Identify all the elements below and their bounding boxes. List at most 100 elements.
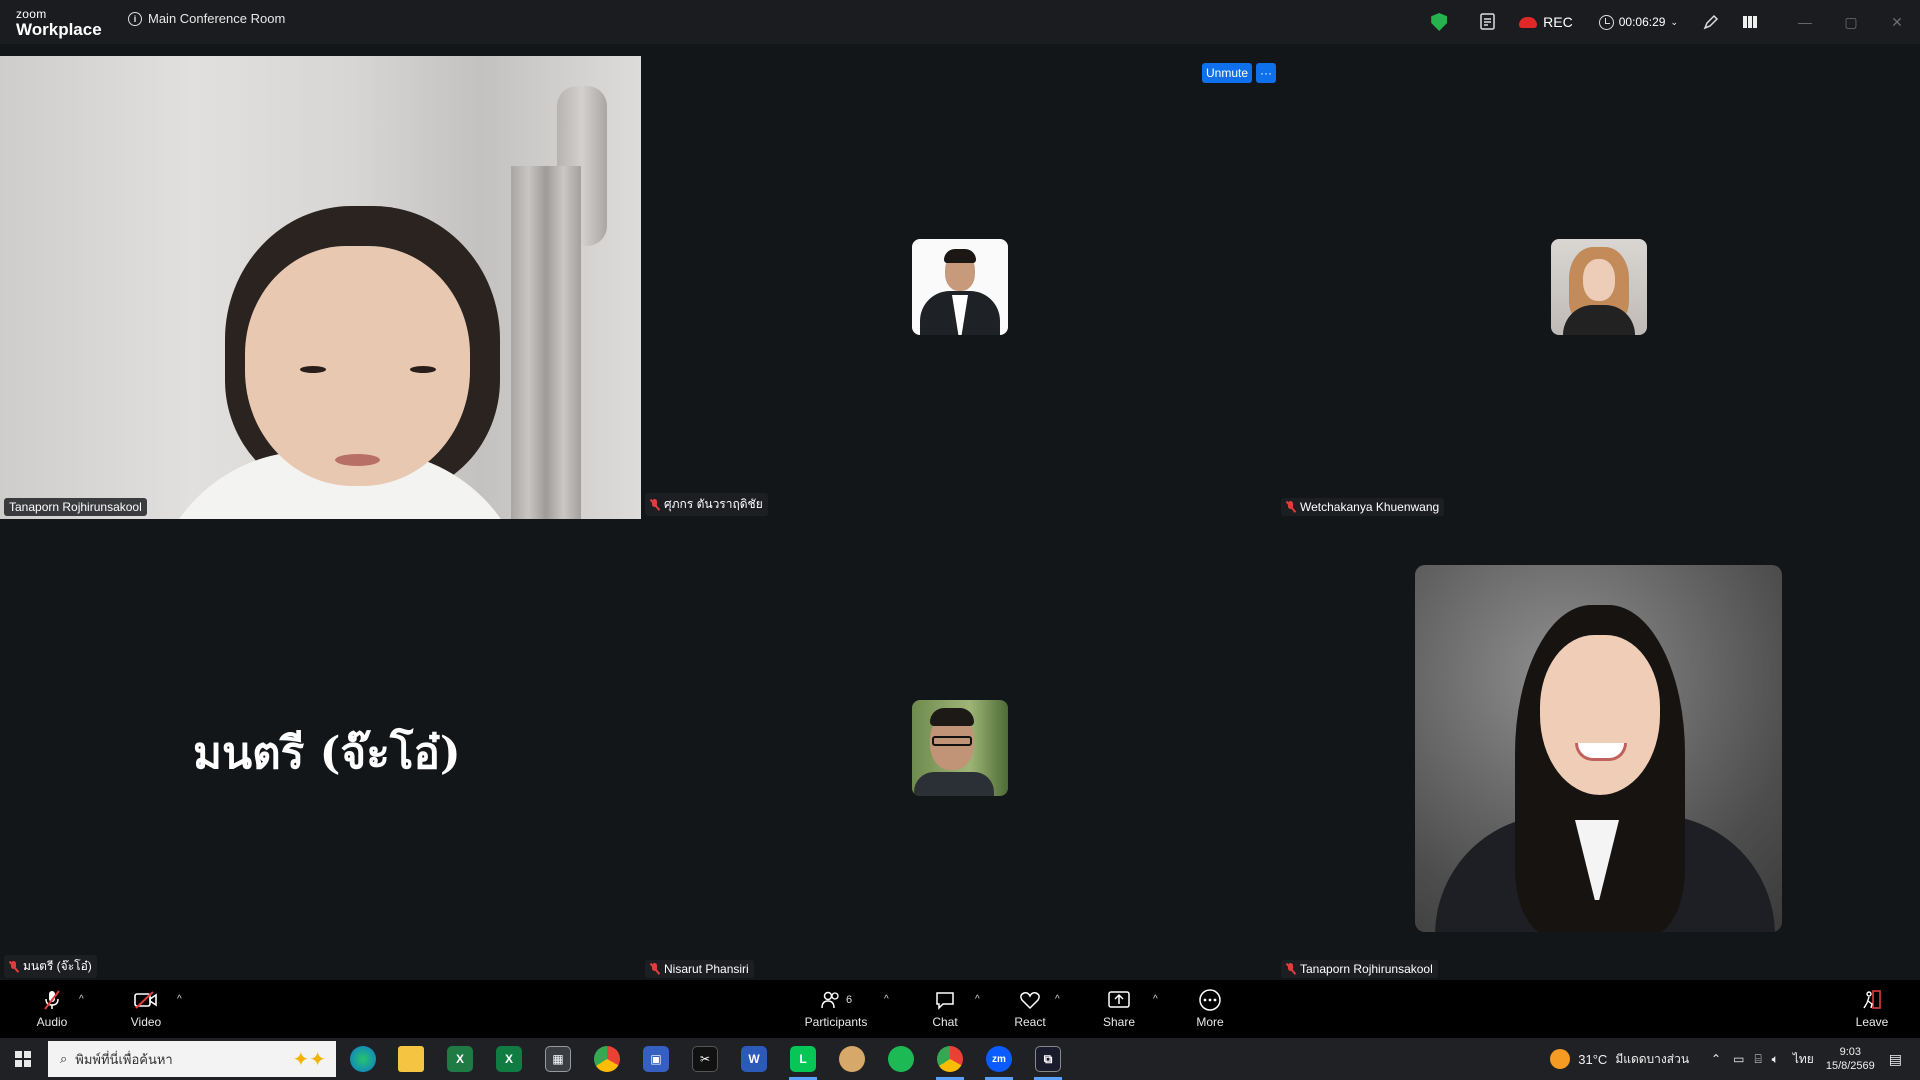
chat-button[interactable]: Chat [923, 980, 967, 1038]
chat-icon [934, 989, 956, 1011]
taskbar-date: 15/8/2569 [1825, 1060, 1875, 1072]
meeting-timer[interactable]: 00:06:29 ⌄ [1598, 14, 1678, 30]
audio-button[interactable]: Audio [30, 980, 74, 1038]
audio-label: Audio [36, 1015, 68, 1029]
video-label: Video [130, 1015, 162, 1029]
pen-icon[interactable] [1702, 0, 1720, 44]
avatar [912, 700, 1008, 796]
meeting-notes-icon[interactable] [1479, 0, 1497, 44]
chrome-icon[interactable] [594, 1046, 620, 1072]
taskbar-time: 9:03 [1839, 1045, 1861, 1058]
person-eye-right [410, 366, 436, 373]
participant-name-label: Wetchakanya Khuenwang [1281, 498, 1445, 516]
leave-label: Leave [1855, 1015, 1889, 1029]
windows-logo-icon [15, 1051, 31, 1067]
participant-name-label: Tanaporn Rojhirunsakool [1281, 960, 1438, 978]
network-icon[interactable]: ⌸ [1754, 1052, 1761, 1067]
system-tray: 31°C มีแดดบางส่วน ⌃ ▭ ⌸ 🔈︎ ไทย 9:03 15/8… [1550, 1038, 1920, 1080]
edge-icon[interactable] [350, 1046, 376, 1072]
mic-muted-icon [650, 498, 660, 511]
react-label: React [1014, 1015, 1046, 1029]
word-icon[interactable]: W [741, 1046, 767, 1072]
video-tile[interactable]: มนตรี (จ๊ะโอ๋) มนตรี (จ๊ะโอ๋) [0, 519, 641, 980]
capcut-icon[interactable]: ✂ [692, 1046, 718, 1072]
participants-label: Participants [804, 1015, 868, 1029]
maximize-icon[interactable]: ▢ [1828, 14, 1874, 31]
zoom-app-icon[interactable]: zm [986, 1046, 1012, 1072]
logo-small-text: zoom [16, 7, 47, 21]
search-icon: ⌕ [60, 1051, 68, 1066]
taskbar-search[interactable]: ⌕ พิมพ์ที่นี่เพื่อค้นหา ✦✦ [48, 1041, 336, 1077]
language-indicator[interactable]: ไทย [1793, 1050, 1814, 1069]
weather-temp[interactable]: 31°C [1578, 1052, 1607, 1067]
participant-name-label: มนตรี (จ๊ะโอ๋) [4, 955, 97, 978]
chrome-active-icon[interactable] [937, 1046, 963, 1072]
heart-icon [1019, 989, 1041, 1011]
zoom-logo: zoom Workplace [16, 8, 102, 38]
paint-icon[interactable] [839, 1046, 865, 1072]
volume-icon[interactable]: 🔈︎ [1772, 1052, 1779, 1067]
participant-name: Tanaporn Rojhirunsakool [9, 500, 142, 514]
rec-label: REC [1543, 14, 1573, 30]
leave-button[interactable]: Leave [1850, 980, 1894, 1038]
excel-old-icon[interactable]: X [447, 1046, 473, 1072]
windows-taskbar: ⌕ พิมพ์ที่นี่เพื่อค้นหา ✦✦ X X ▦ ▣ ✂ W L… [0, 1038, 1920, 1080]
mic-muted-icon [1286, 963, 1296, 975]
react-button[interactable]: React [1008, 980, 1052, 1038]
audio-options-caret-icon[interactable]: ^ [79, 994, 84, 1005]
encryption-shield-icon[interactable] [1431, 0, 1465, 44]
react-caret-icon[interactable]: ^ [1055, 994, 1060, 1005]
unmute-button[interactable]: Unmute [1202, 63, 1253, 83]
minimize-icon[interactable]: — [1782, 14, 1828, 30]
titlebar-controls: REC 00:06:29 ⌄ — ▢ ✕ [1431, 0, 1920, 44]
participant-display-name: มนตรี (จ๊ะโอ๋) [193, 728, 461, 779]
line-icon[interactable]: L [790, 1046, 816, 1072]
excel-icon[interactable]: X [496, 1046, 522, 1072]
participant-name: มนตรี (จ๊ะโอ๋) [23, 959, 92, 973]
weather-desc[interactable]: มีแดดบางส่วน [1615, 1050, 1689, 1069]
view-layout-icon[interactable] [1742, 0, 1758, 44]
sparkle-icon: ✦✦ [292, 1048, 326, 1071]
more-button[interactable]: More [1188, 980, 1232, 1038]
share-caret-icon[interactable]: ^ [1153, 994, 1158, 1005]
video-tile-active-speaker[interactable]: Tanaporn Rojhirunsakool [0, 56, 641, 519]
file-explorer-icon[interactable] [398, 1046, 424, 1072]
participants-caret-icon[interactable]: ^ [884, 994, 889, 1005]
video-tile[interactable]: Nisarut Phansiri [641, 519, 1280, 980]
video-tile[interactable]: Wetchakanya Khuenwang [1280, 56, 1920, 519]
outlook-icon[interactable]: ▣ [643, 1046, 669, 1072]
meeting-info[interactable]: i Main Conference Room [128, 11, 285, 26]
weather-icon[interactable] [1550, 1049, 1571, 1069]
notification-icon[interactable]: ▤ [1889, 1051, 1902, 1068]
video-tile[interactable]: ศุภกร ตันวราฤดิชัย [641, 56, 1280, 519]
meet-now-icon[interactable]: ▭ [1733, 1052, 1744, 1066]
clock-icon [1598, 14, 1614, 30]
title-bar: zoom Workplace i Main Conference Room RE… [0, 0, 1920, 44]
participant-name-label: Tanaporn Rojhirunsakool [4, 498, 147, 516]
meeting-toolbar: Audio ^ Video ^ 6 Participants ^ Chat ^ … [0, 980, 1920, 1038]
participant-name: Nisarut Phansiri [664, 962, 749, 976]
participant-name-label: ศุภกร ตันวราฤดิชัย [645, 493, 768, 516]
participant-name-label: Nisarut Phansiri [645, 960, 754, 978]
participants-icon: 6 [820, 989, 852, 1011]
close-icon[interactable]: ✕ [1874, 14, 1920, 31]
share-button[interactable]: Share [1097, 980, 1141, 1038]
chat-caret-icon[interactable]: ^ [975, 994, 980, 1005]
more-dots-icon [1198, 989, 1222, 1011]
spotify-icon[interactable] [888, 1046, 914, 1072]
participants-button[interactable]: 6 Participants [800, 980, 872, 1038]
more-options-button[interactable]: ··· [1256, 63, 1277, 83]
recording-indicator[interactable]: REC [1519, 14, 1573, 30]
meeting-name: Main Conference Room [148, 11, 286, 26]
calendar-app-icon[interactable]: ▦ [545, 1046, 571, 1072]
chevron-up-icon[interactable]: ⌃ [1711, 1052, 1721, 1066]
video-button[interactable]: Video [124, 980, 168, 1038]
mic-muted-icon [41, 989, 63, 1011]
start-button[interactable] [0, 1038, 46, 1080]
avatar [912, 239, 1008, 335]
taskbar-clock[interactable]: 9:03 15/8/2569 [1826, 1045, 1875, 1074]
snipping-tool-icon[interactable]: ⧉ [1035, 1046, 1061, 1072]
video-options-caret-icon[interactable]: ^ [177, 994, 182, 1005]
info-icon[interactable]: i [128, 11, 142, 26]
timer-value: 00:06:29 [1618, 15, 1666, 29]
